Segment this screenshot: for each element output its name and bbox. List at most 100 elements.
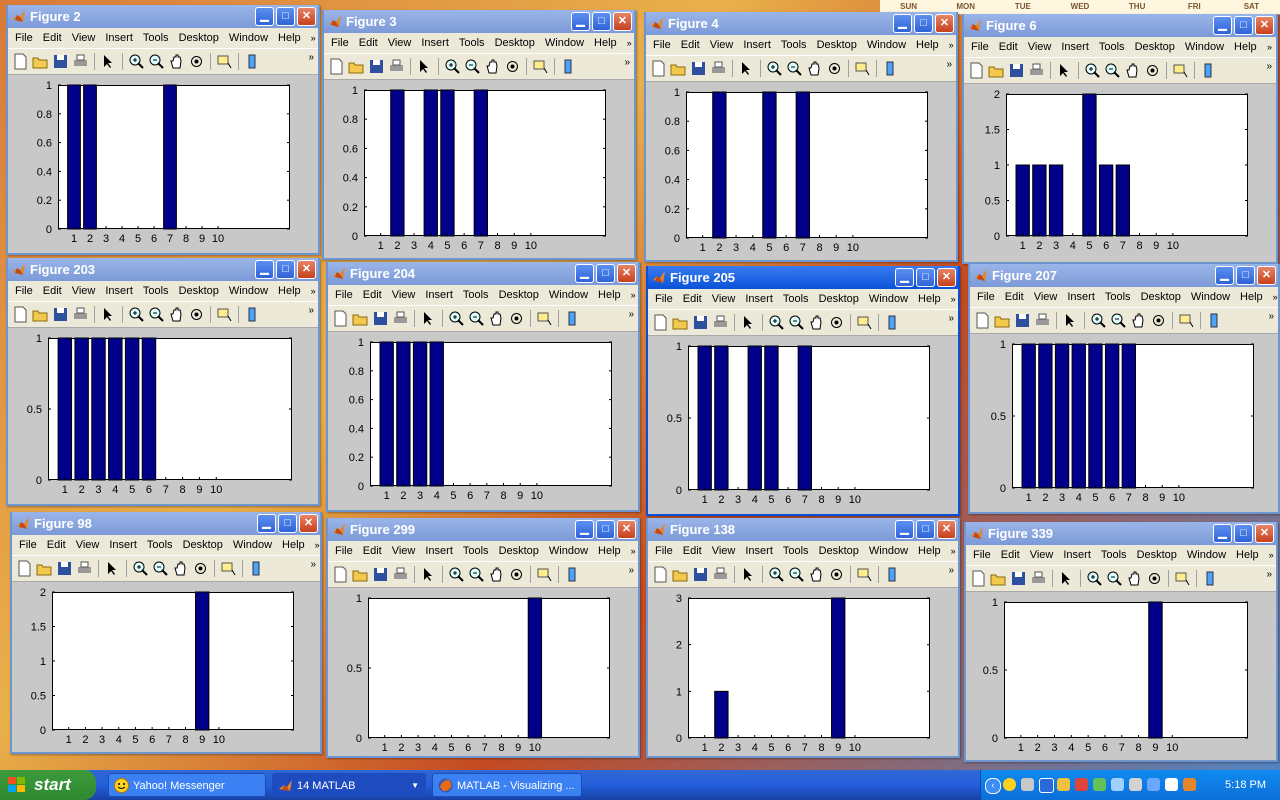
x-tick-label: 2 (1036, 240, 1042, 252)
figure-window[interactable]: Figure 4 ▁ □ ✕ File Edit View Insert Tools Deskto… (644, 12, 958, 262)
bar (1104, 343, 1120, 489)
bar (412, 341, 428, 487)
x-tick-label: 4 (428, 240, 434, 252)
bar (1148, 601, 1163, 739)
figure-window[interactable]: Figure 299 ▁ □ ✕ File Edit View Insert Tools Desk… (326, 518, 640, 758)
x-tick-label: 8 (818, 494, 824, 506)
x-tick-label: 3 (1059, 492, 1065, 504)
x-tick-label: 8 (183, 233, 189, 245)
volume-tray-icon[interactable] (1165, 778, 1178, 791)
bar-chart: 1 2 3 4 5 6 7 8 9 100123 (676, 593, 930, 754)
x-tick-label: 10 (212, 233, 224, 245)
figure-window[interactable]: Figure 3 ▁ □ ✕ File Edit View Insert Tools Deskto… (322, 10, 636, 260)
x-tick-label: 7 (1119, 742, 1125, 754)
bar (1038, 343, 1053, 489)
lan-tray-icon[interactable] (1129, 778, 1142, 791)
x-tick-label: 5 (450, 490, 456, 502)
bar-chart: 1 2 3 4 5 6 7 8 9 1000.511.52 (31, 587, 294, 746)
x-tick-label: 3 (417, 490, 423, 502)
y-tick-label: 0.5 (27, 404, 42, 416)
figure-window[interactable]: Figure 203 ▁ □ ✕ File Edit View Insert Tools Desk… (6, 258, 320, 506)
y-tick-label: 0.5 (985, 196, 1000, 208)
bar (440, 89, 455, 237)
start-button[interactable]: start (0, 770, 96, 800)
x-tick-label: 7 (163, 484, 169, 496)
bar (396, 341, 411, 487)
x-tick-label: 9 (517, 490, 523, 502)
x-tick-label: 10 (1173, 492, 1185, 504)
firefox-icon (438, 778, 453, 793)
x-tick-label: 10 (525, 240, 537, 252)
x-tick-label: 7 (802, 742, 808, 754)
x-tick-label: 7 (482, 742, 488, 754)
x-tick-label: 9 (199, 734, 205, 746)
x-tick-label: 2 (394, 240, 400, 252)
task-firefox-matlab[interactable]: MATLAB - Visualizing ... (432, 773, 582, 797)
y-tick-label: 1 (676, 686, 682, 698)
update-tray-icon[interactable] (1093, 778, 1106, 791)
display-tray-icon[interactable] (1147, 778, 1160, 791)
bar (1098, 164, 1114, 237)
x-tick-label: 4 (112, 484, 118, 496)
x-tick-label: 3 (735, 494, 741, 506)
bar (1015, 164, 1030, 237)
bar-chart: 1 2 3 4 5 6 7 8 9 1000.20.40.60.81 (665, 87, 928, 254)
antivirus-tray-icon[interactable] (1075, 778, 1088, 791)
y-tick-label: 0 (352, 231, 358, 243)
figure-window[interactable]: Figure 339 ▁ □ ✕ File Edit View Insert Tools Desk… (964, 522, 1278, 762)
x-tick-label: 8 (494, 240, 500, 252)
x-tick-label: 3 (103, 233, 109, 245)
x-tick-label: 7 (800, 242, 806, 254)
desktop: SUN MON TUE WED THU FRI SAT Figure 2 ▁ □ ✕ F… (0, 0, 1280, 770)
figure-window[interactable]: Figure 98 ▁ □ ✕ File Edit View Insert Tools Deskt… (10, 512, 322, 754)
task-yahoo-messenger[interactable]: Yahoo! Messenger (108, 773, 266, 797)
x-tick-label: 6 (785, 742, 791, 754)
security-tray-icon[interactable] (1057, 778, 1070, 791)
figure-window[interactable]: Figure 6 ▁ □ ✕ File Edit View Insert Tools Deskto… (962, 14, 1278, 264)
y-tick-label: 1 (352, 85, 358, 97)
network-tray-icon[interactable] (1021, 778, 1034, 791)
y-tick-label: 1 (356, 593, 362, 605)
messenger-tray-icon[interactable] (1003, 778, 1016, 791)
figure-window[interactable]: Figure 204 ▁ □ ✕ File Edit View Insert Tools Desk… (326, 262, 640, 512)
wireless-tray-icon[interactable] (1111, 778, 1124, 791)
x-tick-label: 8 (1136, 240, 1142, 252)
tray-expand-icon[interactable]: ‹ (985, 778, 1001, 794)
x-tick-label: 6 (149, 734, 155, 746)
bar (714, 345, 729, 491)
task-matlab-group[interactable]: 14 MATLAB ▼ (272, 773, 426, 797)
x-tick-label: 4 (432, 742, 438, 754)
figure-window[interactable]: Figure 205 ▁ □ ✕ File Edit View Insert Tools Desk… (646, 266, 960, 516)
figure-window[interactable]: Figure 138 ▁ □ ✕ File Edit View Insert Tools Desk… (646, 518, 960, 758)
x-tick-label: 1 (62, 484, 68, 496)
x-tick-label: 8 (818, 742, 824, 754)
task-label: Yahoo! Messenger (133, 780, 225, 792)
x-tick-label: 5 (1086, 240, 1092, 252)
bar (67, 84, 81, 230)
x-tick-label: 6 (1103, 240, 1109, 252)
figure-window[interactable]: Figure 207 ▁ □ ✕ File Edit View Insert Tools Desk… (968, 264, 1280, 514)
bar (195, 591, 210, 731)
bar-chart: 1 2 3 4 5 6 7 8 9 1000.511.52 (985, 89, 1248, 252)
x-tick-label: 1 (702, 494, 708, 506)
x-tick-label: 3 (99, 734, 105, 746)
matlab-tray-icon[interactable] (1183, 778, 1196, 791)
y-tick-label: 1 (1000, 339, 1006, 351)
bluetooth-tray-icon[interactable] (1039, 778, 1054, 793)
y-tick-label: 0 (992, 733, 998, 745)
y-tick-label: 0 (46, 224, 52, 236)
windows-flag-icon (8, 777, 25, 792)
x-tick-label: 7 (484, 490, 490, 502)
figure-window[interactable]: Figure 2 ▁ □ ✕ File Edit View Insert Tools Deskto… (6, 5, 320, 255)
x-tick-label: 6 (151, 233, 157, 245)
x-tick-label: 2 (82, 734, 88, 746)
y-tick-label: 1 (674, 87, 680, 99)
x-tick-label: 10 (849, 742, 861, 754)
x-tick-label: 9 (1152, 742, 1158, 754)
x-tick-label: 8 (1136, 742, 1142, 754)
x-tick-label: 1 (1020, 240, 1026, 252)
x-tick-label: 5 (1085, 742, 1091, 754)
clock: 5:18 PM (1225, 779, 1266, 791)
task-label: MATLAB - Visualizing ... (457, 780, 575, 792)
x-tick-label: 2 (398, 742, 404, 754)
